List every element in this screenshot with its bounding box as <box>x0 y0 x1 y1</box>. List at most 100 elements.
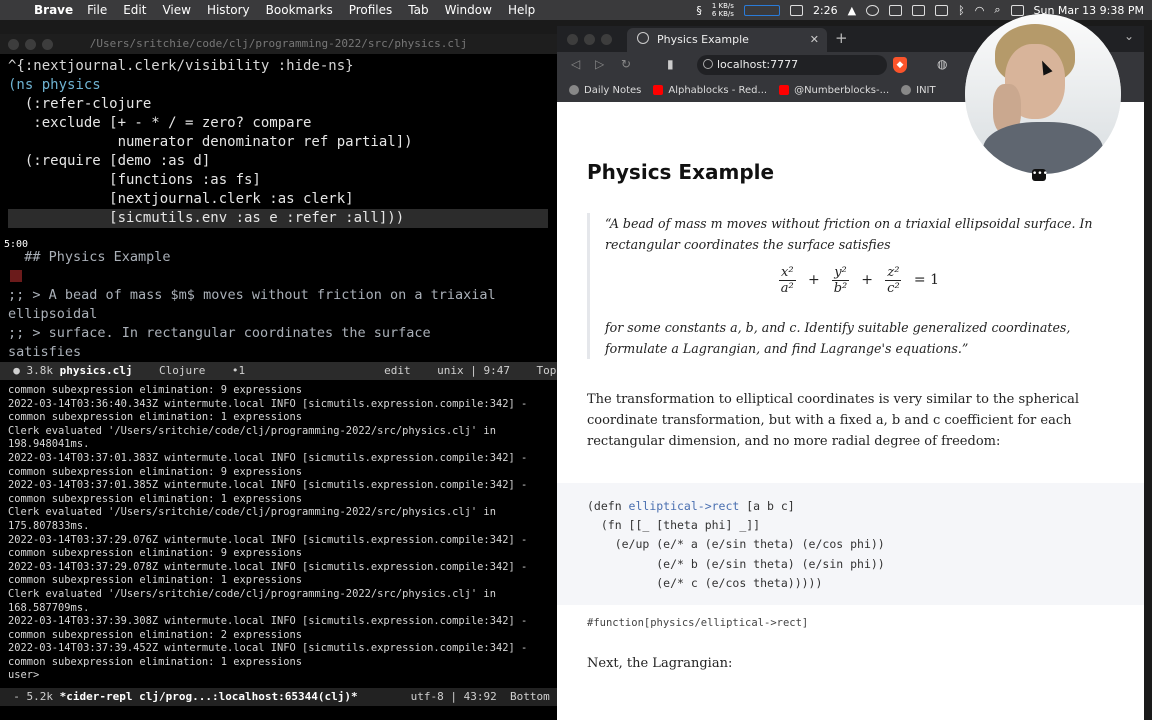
tab-physics-example[interactable]: Physics Example ✕ <box>627 28 827 52</box>
calendar-icon[interactable] <box>889 4 903 16</box>
menu-profiles[interactable]: Profiles <box>349 3 393 17</box>
code-block[interactable]: (defn elliptical->rect [a b c] (fn [[_ [… <box>557 483 1144 605</box>
repl-line: common subexpression elimination: 9 expr… <box>8 384 303 396</box>
bookmark-alphablocks[interactable]: Alphablocks - Red... <box>653 85 767 96</box>
code-line-current[interactable]: [sicmutils.env :as e :refer :all])) <box>8 209 548 229</box>
modeline-bottom[interactable]: - 5.2k *cider-repl clj/prog...:localhost… <box>0 688 557 706</box>
address-bar[interactable]: localhost:7777 <box>697 55 887 75</box>
record-icon[interactable] <box>866 4 880 16</box>
battery-time[interactable]: 2:26 <box>813 4 838 17</box>
game-controller-icon[interactable] <box>935 4 949 16</box>
cpu-graph-icon[interactable] <box>743 4 780 16</box>
repl-line: common subexpression elimination: 1 expr… <box>8 574 303 587</box>
minimize-window-button[interactable] <box>584 34 595 45</box>
zoom-window-button[interactable] <box>601 34 612 45</box>
menu-file[interactable]: File <box>87 3 107 17</box>
zoom-window-button[interactable] <box>42 39 53 50</box>
modeline-where: Top <box>536 364 557 377</box>
menu-history[interactable]: History <box>207 3 250 17</box>
globe-icon <box>637 32 649 44</box>
eq-plus: + <box>808 272 820 288</box>
code-line[interactable]: (:refer-clojure <box>8 95 151 114</box>
forward-icon[interactable]: ▷ <box>595 57 604 71</box>
code-line[interactable]: [nextjournal.clerk :as clerk] <box>8 190 353 209</box>
code-text: [a b c] <box>739 499 795 513</box>
modeline-dot-icon: - <box>0 690 27 703</box>
chevron-down-icon[interactable]: ⌄ <box>1124 29 1134 43</box>
bookmark-label: @Numberblocks-... <box>794 84 890 96</box>
menu-view[interactable]: View <box>162 3 190 17</box>
scripting-icon[interactable]: § <box>696 4 702 17</box>
modeline-top[interactable]: ● 3.8k physics.clj Clojure •1 edit unix … <box>0 362 557 380</box>
emacs-titlebar[interactable]: /Users/sritchie/code/clj/programming-202… <box>0 34 557 54</box>
repl-buffer[interactable]: common subexpression elimination: 9 expr… <box>8 384 527 683</box>
code-text: (e/* b (e/sin theta) (e/sin phi)) <box>587 556 885 571</box>
repl-line: Clerk evaluated '/Users/sritchie/code/cl… <box>8 424 496 437</box>
code-line[interactable]: ;; > A bead of mass $m$ moves without fr… <box>8 286 496 305</box>
back-icon[interactable]: ◁ <box>571 57 580 71</box>
page-content: Physics Example “A bead of mass m moves … <box>557 102 1144 720</box>
close-tab-icon[interactable]: ✕ <box>810 28 819 52</box>
menu-edit[interactable]: Edit <box>123 3 146 17</box>
emacs-window: /Users/sritchie/code/clj/programming-202… <box>0 34 557 720</box>
modeline-buffer: *cider-repl clj/prog...:localhost:65344(… <box>59 690 358 703</box>
modeline-pos: 43:92 <box>463 690 497 703</box>
repl-line: common subexpression elimination: 2 expr… <box>8 628 303 641</box>
repl-line: common subexpression elimination: 1 expr… <box>8 492 303 505</box>
app-icon[interactable] <box>912 4 926 16</box>
modeline-pos: 9:47 <box>483 364 511 377</box>
minimize-window-button[interactable] <box>25 39 36 50</box>
code-text: numerator denominator ref partial]) <box>8 134 413 150</box>
code-line[interactable]: ;; > surface. In rectangular coordinates… <box>8 324 431 343</box>
code-line[interactable]: (:require [demo :as d] <box>8 152 210 171</box>
bookmark-label: Daily Notes <box>584 84 642 96</box>
repl-line: common subexpression elimination: 9 expr… <box>8 465 303 478</box>
extension-icon[interactable]: ◍ <box>937 57 947 71</box>
bluetooth-icon[interactable]: ᛒ <box>958 4 965 17</box>
code-text: (e/up (e/* a (e/sin theta) (e/cos phi)) <box>587 537 885 552</box>
code-line[interactable]: numerator denominator ref partial]) <box>8 133 413 152</box>
code-text: ## Physics Example <box>8 249 171 265</box>
close-window-button[interactable] <box>567 34 578 45</box>
menu-app-name[interactable]: Brave <box>34 3 73 17</box>
quote-text: “A bead of mass m moves without friction… <box>605 216 1093 252</box>
code-line[interactable]: :exclude [+ - * / = zero? compare <box>8 114 311 133</box>
bookmark-daily-notes[interactable]: Daily Notes <box>569 85 641 96</box>
globe-icon <box>901 85 912 95</box>
close-window-button[interactable] <box>8 39 19 50</box>
code-keyword: (ns <box>8 77 34 93</box>
modeline-buffer: physics.clj <box>59 364 133 377</box>
repl-line: 2022-03-14T03:37:29.078Z wintermute.loca… <box>8 560 528 573</box>
code-text: (fn [[_ [theta phi] _]] <box>587 518 761 533</box>
bookmark-label: Alphablocks - Red... <box>668 84 768 96</box>
brave-shield-icon[interactable]: ◆ <box>893 57 907 73</box>
menu-help[interactable]: Help <box>508 3 535 17</box>
reload-icon[interactable]: ↻ <box>621 57 631 71</box>
code-line[interactable]: [functions :as fs] <box>8 171 261 190</box>
code-line[interactable]: (ns physics <box>8 76 101 95</box>
code-line[interactable]: ## Physics Example <box>8 248 171 267</box>
bookmark-init[interactable]: INIT <box>901 85 936 96</box>
bookmark-icon[interactable]: ▮ <box>667 57 674 71</box>
code-line[interactable]: ^{:nextjournal.clerk/visibility :hide-ns… <box>8 57 354 76</box>
code-line[interactable]: satisfies <box>8 343 81 362</box>
new-tab-button[interactable]: + <box>835 29 848 47</box>
triangle-icon[interactable]: ▲ <box>848 4 856 17</box>
info-icon <box>703 59 713 69</box>
code-line[interactable]: ellipsoidal <box>8 305 97 324</box>
code-text: [functions :as fs] <box>8 172 261 188</box>
netstat-readout[interactable]: 1 KB/s 6 KB/s <box>712 2 734 18</box>
repl-line: common subexpression elimination: 1 expr… <box>8 411 303 424</box>
screen-icon[interactable] <box>789 4 803 16</box>
code-text: ellipsoidal <box>8 306 98 322</box>
modeline-dot-icon: ● <box>0 364 27 377</box>
bookmark-numberblocks[interactable]: @Numberblocks-... <box>779 85 889 96</box>
menu-bookmarks[interactable]: Bookmarks <box>266 3 333 17</box>
code-text: ^{:nextjournal.clerk/visibility :hide-ns… <box>8 58 354 74</box>
eq-numerator: z² <box>885 265 902 281</box>
eq-numerator: x² <box>779 265 796 281</box>
quote-text: for some constants a, b, and c. Identify… <box>605 320 1071 356</box>
more-options-icon[interactable]: ••• <box>1032 169 1048 181</box>
menu-tab[interactable]: Tab <box>408 3 428 17</box>
menu-window[interactable]: Window <box>445 3 492 17</box>
